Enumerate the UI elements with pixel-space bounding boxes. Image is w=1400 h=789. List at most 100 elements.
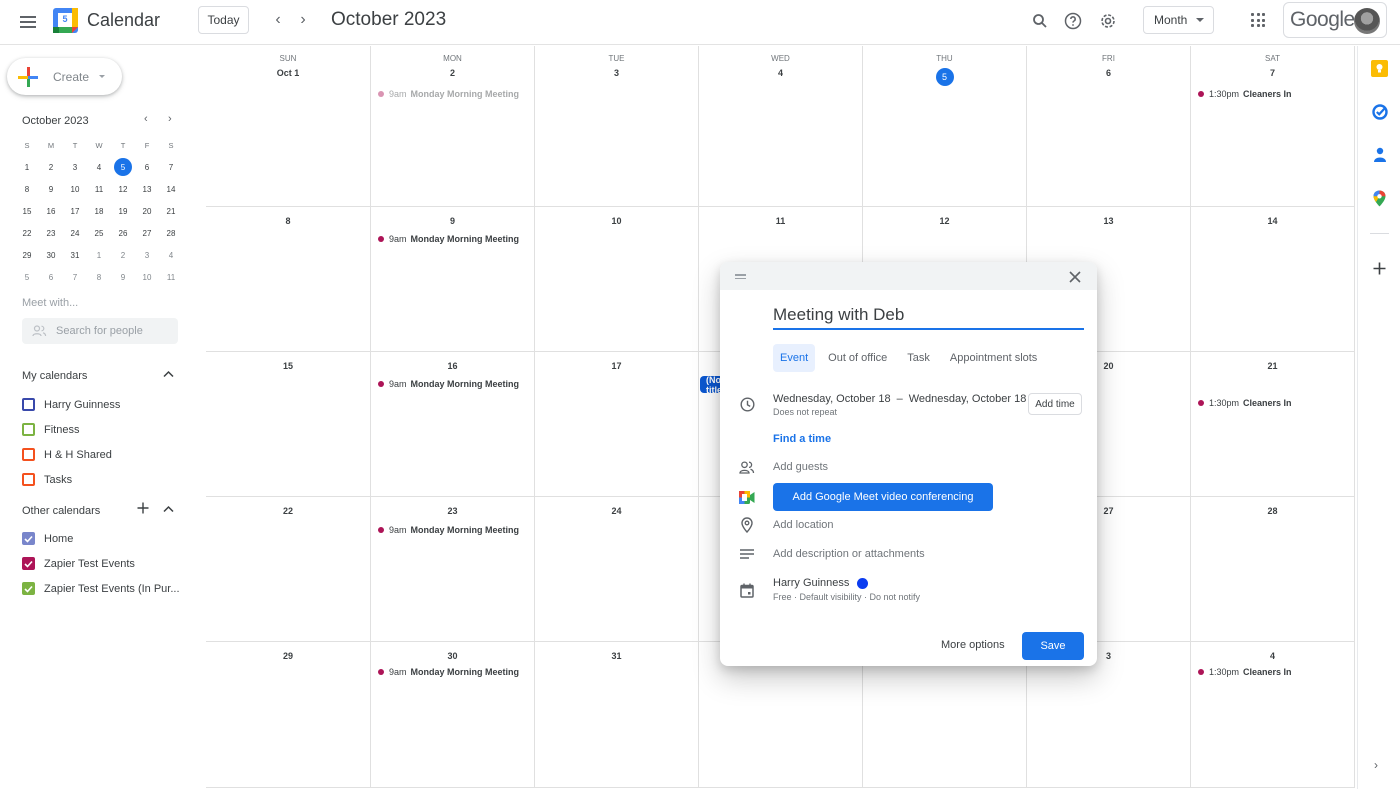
mini-day[interactable]: 2 [39,156,63,178]
day-cell[interactable]: WED 4 [699,46,863,207]
add-guests-field[interactable]: Add guests [773,461,828,473]
mini-day[interactable]: 7 [63,266,87,288]
collapse-other-calendars-icon[interactable] [163,504,174,516]
mini-day[interactable]: 3 [63,156,87,178]
mini-day[interactable]: 4 [87,156,111,178]
mini-calendar-prev-button[interactable]: ‹ [144,113,148,125]
more-options-button[interactable]: More options [941,639,1005,651]
day-number[interactable]: 31 [535,651,698,661]
mini-day[interactable]: 9 [111,266,135,288]
mini-day[interactable]: 25 [87,222,111,244]
day-number[interactable]: 15 [206,361,370,371]
tasks-icon[interactable] [1371,103,1388,120]
checkbox-unchecked[interactable] [22,398,35,411]
show-side-panel-chevron-icon[interactable]: › [1374,758,1378,772]
today-button[interactable]: Today [198,6,249,34]
day-number[interactable]: 24 [535,506,698,516]
settings-icon[interactable] [1097,10,1119,32]
day-cell[interactable]: 16 9am Monday Morning Meeting [371,352,535,497]
mini-calendar-next-button[interactable]: › [168,113,172,125]
mini-day[interactable]: 14 [159,178,183,200]
view-switcher-dropdown[interactable]: Month [1143,6,1214,34]
mini-day[interactable]: 2 [111,244,135,266]
mini-day-selected[interactable]: 5 [111,156,135,178]
day-number[interactable]: 3 [535,68,698,78]
find-a-time-link[interactable]: Find a time [773,433,831,445]
day-number[interactable]: 6 [1027,68,1190,78]
tab-out-of-office[interactable]: Out of office [821,344,894,372]
event-chip[interactable]: 9am Monday Morning Meeting [378,89,519,99]
event-chip[interactable]: 1:30pm Cleaners In [1198,398,1292,408]
event-chip[interactable]: 9am Monday Morning Meeting [378,234,519,244]
add-other-calendar-icon[interactable] [137,502,149,517]
calendar-list-item[interactable]: Harry Guinness [22,398,120,411]
mini-day[interactable]: 1 [15,156,39,178]
mini-day[interactable]: 24 [63,222,87,244]
event-date-range[interactable]: Wednesday, October 18– Wednesday, October… [773,393,1026,405]
collapse-my-calendars-icon[interactable] [163,369,174,381]
day-cell[interactable]: 14 [1191,207,1355,352]
mini-day[interactable]: 23 [39,222,63,244]
search-icon[interactable] [1029,10,1051,32]
mini-day[interactable]: 20 [135,200,159,222]
mini-day[interactable]: 19 [111,200,135,222]
repeat-setting[interactable]: Does not repeat [773,407,837,417]
event-chip[interactable]: 9am Monday Morning Meeting [378,379,519,389]
day-number[interactable]: 8 [206,216,370,226]
today-day-number[interactable]: 5 [935,68,954,86]
day-number[interactable]: 21 [1191,361,1354,371]
add-time-button[interactable]: Add time [1028,393,1082,415]
day-cell[interactable]: 15 [206,352,371,497]
day-number[interactable]: 23 [371,506,534,516]
mini-day[interactable]: 27 [135,222,159,244]
add-google-meet-button[interactable]: Add Google Meet video conferencing [773,483,993,511]
day-cell[interactable]: 9 9am Monday Morning Meeting [371,207,535,352]
mini-day[interactable]: 13 [135,178,159,200]
add-description-field[interactable]: Add description or attachments [773,548,925,560]
day-cell[interactable]: 10 [535,207,699,352]
calendar-list-item[interactable]: Home [22,532,73,545]
day-number[interactable]: Oct 1 [206,68,370,78]
tab-event[interactable]: Event [773,344,816,372]
calendar-list-item[interactable]: H & H Shared [22,448,112,461]
contacts-icon[interactable] [1371,146,1388,163]
day-cell[interactable]: 24 [535,497,699,642]
mini-day[interactable]: 6 [39,266,63,288]
search-people-input[interactable]: Search for people [22,318,178,344]
get-addons-icon[interactable] [1371,260,1388,277]
day-cell[interactable]: 23 9am Monday Morning Meeting [371,497,535,642]
day-cell[interactable]: 29 [206,642,371,788]
mini-day[interactable]: 3 [135,244,159,266]
help-icon[interactable] [1062,10,1084,32]
mini-day[interactable]: 8 [15,178,39,200]
day-cell[interactable]: 8 [206,207,371,352]
previous-month-button[interactable]: ‹ [270,11,286,29]
day-cell[interactable]: 31 [535,642,699,788]
day-number[interactable]: 5 [863,68,1026,86]
checkbox-checked[interactable] [22,557,35,570]
mini-day[interactable]: 29 [15,244,39,266]
calendar-list-item[interactable]: Tasks [22,473,72,486]
mini-day[interactable]: 30 [39,244,63,266]
calendar-logo-icon[interactable]: 5 [53,8,78,33]
mini-day[interactable]: 12 [111,178,135,200]
close-icon[interactable] [1069,270,1081,283]
event-chip[interactable]: 9am Monday Morning Meeting [378,667,519,677]
mini-day[interactable]: 5 [15,266,39,288]
mini-day[interactable]: 6 [135,156,159,178]
day-cell[interactable]: 4 1:30pm Cleaners In [1191,642,1355,788]
day-cell[interactable]: FRI 6 [1027,46,1191,207]
day-cell[interactable]: MON 2 9am Monday Morning Meeting [371,46,535,207]
mini-day[interactable]: 9 [39,178,63,200]
day-number[interactable]: 14 [1191,216,1354,226]
day-number[interactable]: 29 [206,651,370,661]
avatar[interactable] [1354,8,1380,34]
mini-day[interactable]: 28 [159,222,183,244]
start-date[interactable]: Wednesday, October 18 [773,393,891,405]
mini-day[interactable]: 15 [15,200,39,222]
day-number[interactable]: 30 [371,651,534,661]
day-number[interactable]: 4 [699,68,862,78]
checkbox-checked[interactable] [22,582,35,595]
day-cell[interactable]: 17 [535,352,699,497]
day-number[interactable]: 11 [699,216,862,226]
